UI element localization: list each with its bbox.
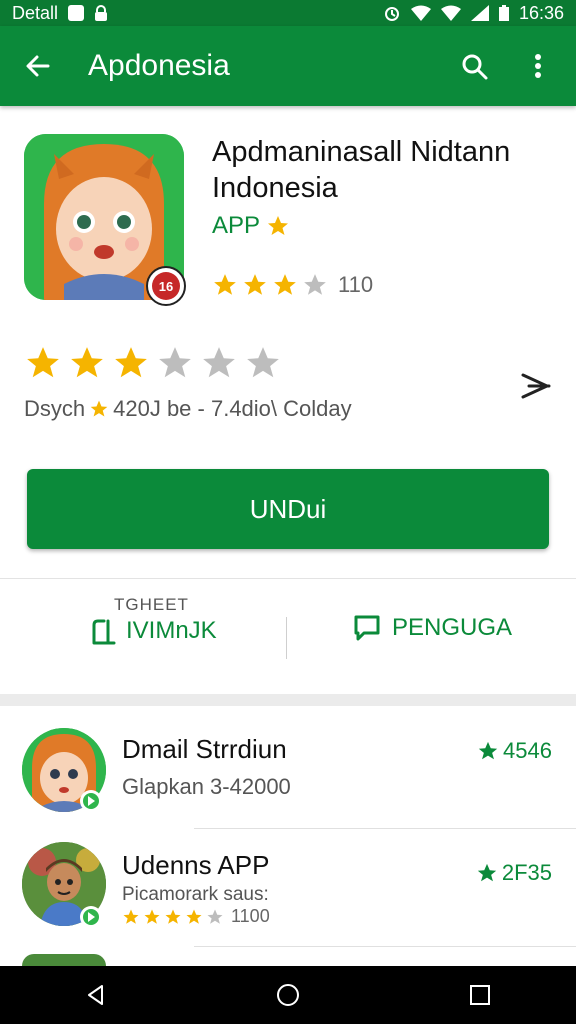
nav-home-button[interactable]: [266, 973, 310, 1017]
list-item-partial[interactable]: [22, 954, 106, 966]
signal-icon: [470, 5, 489, 21]
wishlist-small-label: TGHEET: [114, 595, 189, 614]
star-filled-icon: [165, 909, 181, 924]
app-name-line2: Indonesia: [212, 172, 338, 204]
list-separator: [194, 828, 576, 829]
age-rating-text: 16: [152, 272, 180, 300]
app-name-line1: Apdmaninasall Nidtann: [212, 136, 511, 168]
list-item[interactable]: Dmail Strrdiun Glapkan 3-42000 4546: [0, 706, 576, 830]
nav-bar: [0, 966, 576, 1024]
share-icon: [521, 373, 551, 399]
list-item[interactable]: Udenns APP Picamorark saus: 1100 2F35: [0, 830, 576, 950]
star-empty-icon: [207, 909, 223, 924]
star-filled-icon: [244, 274, 266, 295]
big-rating-stars: [24, 344, 282, 382]
notification-icon: [68, 5, 85, 21]
app-header: 16 Apdmaninasall Nidtann Indonesia APP 1…: [0, 106, 576, 576]
status-left-text: Detall: [12, 2, 59, 23]
list-item-score-value: 2F35: [501, 860, 552, 885]
star-empty-icon: [203, 347, 235, 378]
list-item-rating: 1100: [122, 906, 270, 927]
search-icon: [462, 54, 488, 80]
meta-details: 420J be - 7.4dio\ Colday: [113, 396, 352, 421]
star-filled-icon: [144, 909, 160, 924]
small-rating-count: 110: [338, 272, 374, 297]
meta-line: Dsych 420J be - 7.4dio\ Colday: [24, 396, 352, 422]
star-icon: [477, 863, 497, 882]
status-time: 16:36: [518, 2, 564, 23]
star-empty-icon: [159, 347, 191, 378]
install-button[interactable]: UNDui: [27, 469, 549, 549]
wifi-icon: [410, 5, 431, 21]
list-item-score-value: 4546: [503, 738, 552, 763]
review-label: PENGUGA: [392, 614, 513, 641]
more-vertical-icon: [535, 54, 541, 78]
share-button[interactable]: [514, 364, 558, 408]
chat-bubble-icon: [354, 615, 380, 641]
wifi-icon-2: [440, 5, 461, 21]
star-filled-icon: [71, 347, 103, 378]
nav-recent-button[interactable]: [458, 973, 502, 1017]
list-item-title: Dmail Strrdiun: [122, 734, 287, 764]
star-filled-icon: [123, 909, 139, 924]
square-recent-icon: [470, 985, 490, 1005]
list-item-rating-count: 1100: [231, 906, 270, 926]
list-separator: [194, 946, 576, 947]
list-item-subtitle: Glapkan 3-42000: [122, 774, 291, 799]
circle-home-icon: [277, 984, 299, 1006]
app-name: Apdmaninasall Nidtann Indonesia: [212, 134, 552, 206]
bookmark-add-icon: [92, 619, 116, 645]
star-icon: [478, 741, 498, 760]
list-item-score: 4546: [477, 738, 552, 764]
star-filled-icon: [115, 347, 147, 378]
review-action[interactable]: PENGUGA: [352, 613, 512, 643]
lock-icon: [95, 5, 108, 21]
back-button[interactable]: [18, 46, 58, 86]
play-badge-icon: [80, 790, 102, 812]
list-item-stars: [122, 908, 224, 926]
wishlist-action[interactable]: TGHEET IVIMnJK: [90, 595, 280, 645]
arrow-left-icon: [26, 55, 50, 77]
star-icon: [268, 216, 289, 235]
section-divider: [0, 694, 576, 706]
app-bar: Apdonesia: [0, 26, 576, 106]
star-filled-icon: [214, 274, 236, 295]
list-item-subtitle: Picamorark saus:: [122, 884, 269, 905]
star-empty-icon: [247, 347, 279, 378]
action-divider: [286, 617, 287, 659]
age-rating-badge: 16: [146, 266, 186, 306]
search-button[interactable]: [456, 48, 492, 84]
list-item-title: Udenns APP: [122, 850, 270, 880]
small-rating-stars: [212, 272, 328, 298]
star-icon: [90, 400, 108, 417]
app-type-label: APP: [212, 212, 261, 239]
star-filled-icon: [27, 347, 59, 378]
small-rating: 110: [212, 272, 373, 298]
list-item-score: 2F35: [476, 860, 552, 886]
nav-back-button[interactable]: [74, 973, 118, 1017]
status-bar: Detall 16:36: [0, 0, 576, 26]
star-filled-icon: [186, 909, 202, 924]
star-filled-icon: [274, 274, 296, 295]
triangle-back-icon: [88, 985, 103, 1005]
app-type[interactable]: APP: [212, 212, 290, 240]
battery-icon: [498, 5, 509, 21]
alarm-icon: [384, 7, 399, 21]
app-bar-title: Apdonesia: [88, 49, 230, 82]
action-row: TGHEET IVIMnJK PENGUGA: [0, 578, 576, 695]
play-badge-icon: [80, 906, 102, 928]
wishlist-label: IVIMnJK: [126, 617, 217, 644]
meta-category: Dsych: [24, 396, 86, 421]
more-options-button[interactable]: [520, 48, 556, 84]
star-empty-icon: [304, 274, 326, 295]
